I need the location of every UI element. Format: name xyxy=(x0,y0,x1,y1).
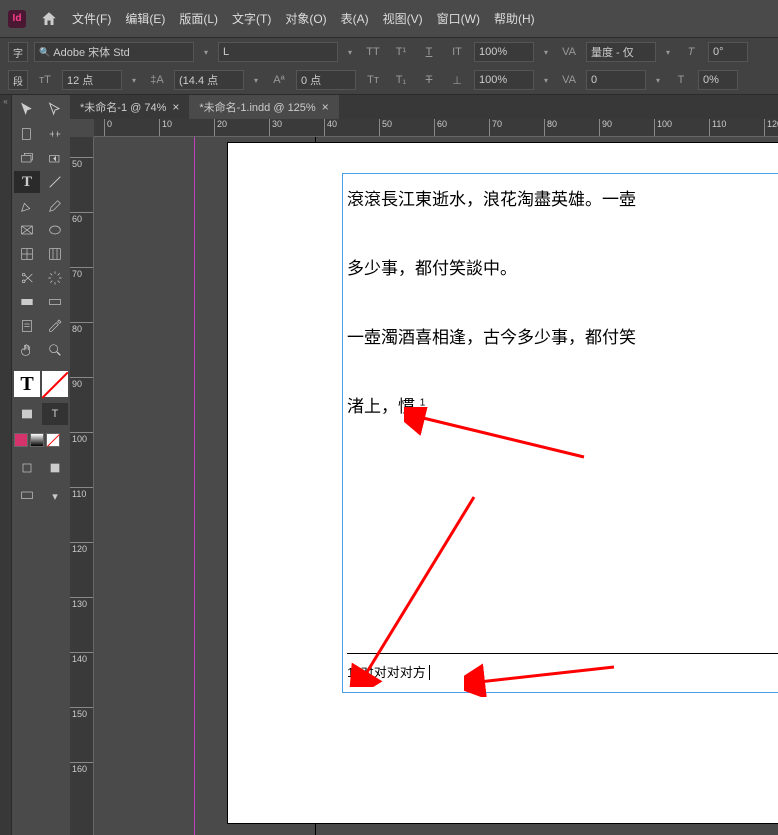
gradient-swatch[interactable] xyxy=(30,433,44,447)
body-line-3: 一壺濁酒喜相逢，古今多少事，都付笑 xyxy=(347,318,778,357)
char-mode-button[interactable]: 字 xyxy=(8,42,28,62)
tab-1[interactable]: *未命名-1.indd @ 125% × xyxy=(189,95,338,119)
smallcaps-icon[interactable]: Tт xyxy=(362,70,384,90)
allcaps-icon[interactable]: TT xyxy=(362,42,384,62)
grid2-tool[interactable] xyxy=(42,243,68,265)
formatting-text-icon[interactable]: T xyxy=(42,403,68,425)
line-tool[interactable] xyxy=(42,171,68,193)
font-family-select[interactable]: 🔍 Adobe 宋体 Std xyxy=(34,42,194,62)
ellipse-tool[interactable] xyxy=(42,219,68,241)
panel-strip[interactable]: « xyxy=(0,95,12,835)
font-family-value: Adobe 宋体 Std xyxy=(53,44,129,60)
hscale-select[interactable]: 100% xyxy=(474,70,534,90)
menu-table[interactable]: 表(A) xyxy=(341,10,369,27)
document-tabs: *未命名-1 @ 74% × *未命名-1.indd @ 125% × xyxy=(70,95,778,119)
page: 滾滾長江東逝水，浪花淘盡英雄。一壺 多少事，都付笑談中。 一壺濁酒喜相逢，古今多… xyxy=(228,143,778,823)
superscript-icon[interactable]: T¹ xyxy=(390,42,412,62)
tracking-select[interactable]: 0 xyxy=(586,70,646,90)
canvas[interactable]: 滾滾長江東逝水，浪花淘盡英雄。一壺 多少事，都付笑談中。 一壺濁酒喜相逢，古今多… xyxy=(94,137,778,835)
baseline-icon: Aª xyxy=(268,70,290,90)
content-placer-tool[interactable] xyxy=(42,147,68,169)
selection-tool[interactable] xyxy=(14,99,40,121)
guide-margin[interactable] xyxy=(194,137,195,835)
direct-selection-tool[interactable] xyxy=(42,99,68,121)
page-tool[interactable] xyxy=(14,123,40,145)
gradient-swatch-tool[interactable] xyxy=(14,291,40,313)
fill-swatch[interactable] xyxy=(14,433,28,447)
rectangle-frame-tool[interactable] xyxy=(14,219,40,241)
view-mode-normal[interactable] xyxy=(14,457,40,479)
grid-tool[interactable] xyxy=(14,243,40,265)
vscale-icon: IT xyxy=(446,42,468,62)
note-tool[interactable] xyxy=(14,315,40,337)
none-swatch[interactable] xyxy=(46,433,60,447)
toolbox: T T xyxy=(12,95,70,835)
menu-file[interactable]: 文件(F) xyxy=(72,10,111,27)
leading-icon: ‡A xyxy=(146,70,168,90)
tracking-icon: VA xyxy=(558,70,580,90)
footnote-separator xyxy=(347,653,778,654)
body-line-4: 渚上，慣 1 xyxy=(347,387,778,426)
vertical-ruler[interactable]: 50 60 70 80 90 100 110 120 130 140 150 1… xyxy=(70,137,94,835)
skew-select[interactable]: 0° xyxy=(708,42,748,62)
menu-layout[interactable]: 版面(L) xyxy=(179,10,218,27)
zoom-tool[interactable] xyxy=(42,339,68,361)
menu-window[interactable]: 窗口(W) xyxy=(437,10,480,27)
kerning-icon: VA xyxy=(558,42,580,62)
leading-select[interactable]: (14.4 点 xyxy=(174,70,244,90)
skew-icon: T xyxy=(680,42,702,62)
para-mode-button[interactable]: 段 xyxy=(8,70,28,90)
subscript-icon[interactable]: T₁ xyxy=(390,70,412,90)
gap-tool[interactable] xyxy=(42,123,68,145)
font-size-select[interactable]: 12 点 xyxy=(62,70,122,90)
menu-help[interactable]: 帮助(H) xyxy=(494,10,535,27)
menu-view[interactable]: 视图(V) xyxy=(383,10,423,27)
type-tool[interactable]: T xyxy=(14,171,40,193)
body-line-2: 多少事，都付笑談中。 xyxy=(347,249,778,288)
hscale-icon: ⊥ xyxy=(446,70,468,90)
stroke-none-indicator[interactable] xyxy=(42,371,68,397)
app-logo: Id xyxy=(8,10,26,28)
baseline-select[interactable]: 0 点 xyxy=(296,70,356,90)
tab-0-label: *未命名-1 @ 74% xyxy=(80,99,166,115)
fontsize-icon: тT xyxy=(34,70,56,90)
tab-1-label: *未命名-1.indd @ 125% xyxy=(199,99,315,115)
horizontal-ruler[interactable]: 0 10 20 30 40 50 60 70 80 90 100 110 120 xyxy=(94,119,778,137)
strike-icon[interactable]: T xyxy=(418,70,440,90)
body-line-1: 滾滾長江東逝水，浪花淘盡英雄。一壺 xyxy=(347,180,778,219)
control-panel: 字 🔍 Adobe 宋体 Std▾ L▾ TT T¹ T IT 100%▾ VA… xyxy=(0,38,778,95)
eyedropper-tool[interactable] xyxy=(42,315,68,337)
formatting-container-icon[interactable] xyxy=(14,403,40,425)
free-transform-tool[interactable] xyxy=(42,267,68,289)
footnote-line[interactable]: 1 对对对对方 xyxy=(347,658,778,688)
scissors-tool[interactable] xyxy=(14,267,40,289)
kerning-select[interactable]: 量度 - 仅 xyxy=(586,42,656,62)
menu-object[interactable]: 对象(O) xyxy=(285,10,326,27)
screen-mode-icon[interactable] xyxy=(14,485,40,507)
home-icon[interactable] xyxy=(40,10,58,28)
pen-tool[interactable] xyxy=(14,195,40,217)
fill-text-indicator[interactable]: T xyxy=(14,371,40,397)
gradient-feather-tool[interactable] xyxy=(42,291,68,313)
tab-1-close-icon[interactable]: × xyxy=(322,100,329,114)
view-mode-preview[interactable] xyxy=(42,457,68,479)
pencil-tool[interactable] xyxy=(42,195,68,217)
lang-icon: T xyxy=(670,70,692,90)
vscale-select[interactable]: 100% xyxy=(474,42,534,62)
menu-bar: Id 文件(F) 编辑(E) 版面(L) 文字(T) 对象(O) 表(A) 视图… xyxy=(0,0,778,38)
menu-type[interactable]: 文字(T) xyxy=(232,10,271,27)
footnote-ref: 1 xyxy=(420,398,426,409)
hand-tool[interactable] xyxy=(14,339,40,361)
tab-0-close-icon[interactable]: × xyxy=(172,100,179,114)
menu-edit[interactable]: 编辑(E) xyxy=(125,10,165,27)
content-collector-tool[interactable] xyxy=(14,147,40,169)
text-frame[interactable]: 滾滾長江東逝水，浪花淘盡英雄。一壺 多少事，都付笑談中。 一壺濁酒喜相逢，古今多… xyxy=(342,173,778,693)
underline-icon[interactable]: T xyxy=(418,42,440,62)
tab-0[interactable]: *未命名-1 @ 74% × xyxy=(70,95,189,119)
font-style-select[interactable]: L xyxy=(218,42,338,62)
screen-mode-dropdown[interactable]: ▾ xyxy=(42,485,68,507)
vscale2-select[interactable]: 0% xyxy=(698,70,738,90)
